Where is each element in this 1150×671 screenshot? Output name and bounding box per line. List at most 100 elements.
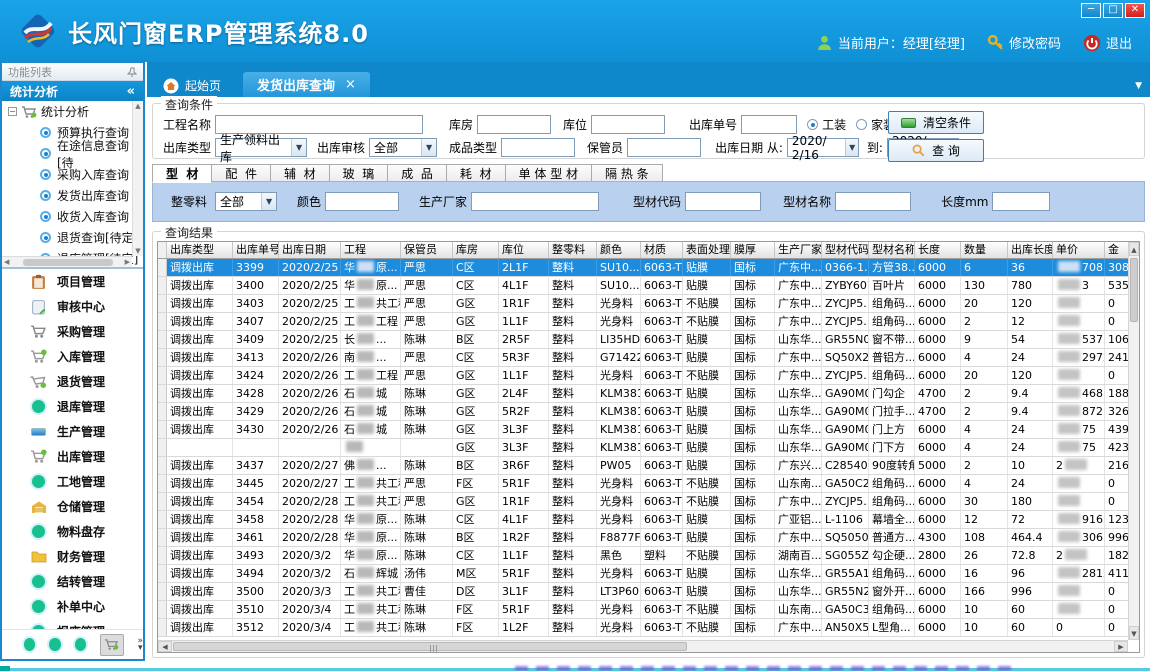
column-header-wh[interactable]: 库房 — [453, 242, 499, 258]
column-header-qty[interactable]: 数量 — [961, 242, 1008, 258]
sidebar-item-财务管理[interactable]: 财务管理 — [2, 544, 143, 569]
scroll-left-icon[interactable]: ◀ — [158, 641, 172, 652]
logout-group[interactable]: 退出 — [1083, 33, 1132, 52]
table-row[interactable]: 调拨出库34242020/2/26工工程严思G区1L1F整料光身料6063-T5… — [158, 367, 1139, 385]
radio-jiazhuang[interactable] — [856, 119, 867, 130]
table-row[interactable]: 调拨出库35002020/3/3工共工程曹佳D区3L1F整料LT3P606063… — [158, 583, 1139, 601]
column-header-no[interactable]: 出库单号 — [233, 242, 279, 258]
green-dot-icon[interactable] — [75, 638, 86, 651]
table-row[interactable]: 调拨出库34582020/2/28华原...陈琳C区4L1F整料光身料6063-… — [158, 511, 1139, 529]
column-header-keeper[interactable]: 保管员 — [401, 242, 453, 258]
tab-active[interactable]: 发货出库查询 × — [243, 72, 370, 97]
location-input[interactable] — [591, 115, 665, 134]
table-row[interactable]: 调拨出库34292020/2/26石城陈琳G区5R2F整料KLM38176063… — [158, 403, 1139, 421]
hscroll-thumb[interactable] — [173, 642, 687, 651]
whole-part-select[interactable]: 全部▼ — [215, 192, 277, 211]
column-header-mfr[interactable]: 生产厂家 — [775, 242, 822, 258]
sidebar-item-出库管理[interactable]: 出库管理 — [2, 444, 143, 469]
clear-conditions-button[interactable]: 清空条件 — [888, 111, 984, 134]
column-header-len[interactable]: 长度 — [915, 242, 961, 258]
table-row[interactable]: 调拨出库34452020/2/27工共工程严思F区5R1F整料光身料6063-T… — [158, 475, 1139, 493]
green-dot-icon[interactable] — [49, 638, 60, 651]
table-row[interactable]: 调拨出库34302020/2/26石城陈琳G区3L3F整料KLM38176063… — [158, 421, 1139, 439]
table-row[interactable]: 调拨出库34542020/2/28工共工程严思G区1R1F整料光身料6063-T… — [158, 493, 1139, 511]
column-header-mat[interactable]: 材质 — [641, 242, 683, 258]
tree-item[interactable]: 退货查询[待定] — [2, 227, 143, 248]
sidebar-item-仓储管理[interactable]: 仓储管理 — [2, 494, 143, 519]
sidebar-item-补单中心[interactable]: 补单中心 — [2, 594, 143, 619]
column-header-code[interactable]: 型材代码 — [822, 242, 869, 258]
product-type-input[interactable] — [501, 138, 575, 157]
table-row[interactable]: 调拨出库34032020/2/25工共工程严思G区1R1F整料光身料6063-T… — [158, 295, 1139, 313]
sidebar-item-报废管理[interactable]: 报废管理 — [2, 619, 143, 629]
table-row[interactable]: 调拨出库34612020/2/28华原...陈琳B区1R2F整料F8877FT6… — [158, 529, 1139, 547]
tree-horizontal-scrollbar[interactable]: ◀▶ — [2, 256, 132, 267]
tree-expander-icon[interactable]: − — [8, 107, 17, 116]
sidebar-item-采购管理[interactable]: 采购管理 — [2, 319, 143, 344]
maximize-button[interactable]: □ — [1103, 3, 1123, 18]
tree-item[interactable]: 发货出库查询 — [2, 185, 143, 206]
column-header-name[interactable]: 型材名称 — [869, 242, 915, 258]
warehouse-input[interactable] — [477, 115, 551, 134]
tree-vertical-scrollbar[interactable]: ▲▼ — [132, 101, 143, 256]
table-row[interactable]: 调拨出库33992020/2/25华原...严思C区2L1F整料SU10...6… — [158, 259, 1139, 277]
close-button[interactable]: ✕ — [1125, 3, 1145, 18]
scroll-left-icon[interactable]: ◀ — [4, 258, 9, 266]
collapse-icon[interactable]: « — [127, 84, 135, 99]
table-row[interactable]: 调拨出库34282020/2/26石城陈琳G区2L4F整料KLM38176063… — [158, 385, 1139, 403]
outbound-type-select[interactable]: 生产领料出库▼ — [215, 138, 307, 157]
column-header-surf[interactable]: 表面处理 — [683, 242, 731, 258]
order-no-input[interactable] — [741, 115, 797, 134]
change-password-group[interactable]: 修改密码 — [987, 33, 1061, 52]
vscroll-thumb[interactable] — [1130, 258, 1138, 322]
table-row[interactable]: 调拨出库34072020/2/25工工程严思G区1L1F整料光身料6063-T5… — [158, 313, 1139, 331]
date-from-picker[interactable]: 2020/ 2/16▼ — [787, 138, 859, 157]
overflow-chevron-icon[interactable]: »▾ — [138, 638, 144, 652]
table-row[interactable]: 调拨出库34942020/3/2石辉城汤伟M区5R1F整料光身料6063-T5贴… — [158, 565, 1139, 583]
scroll-down-icon[interactable]: ▼ — [1129, 626, 1139, 640]
pin-icon[interactable] — [127, 67, 137, 77]
sidebar-item-退库管理[interactable]: 退库管理 — [2, 394, 143, 419]
scroll-up-icon[interactable]: ▲ — [1129, 242, 1139, 256]
search-button[interactable]: 查 询 — [888, 139, 984, 162]
table-row[interactable]: 调拨出库34132020/2/26南...严思C区5R3F整料G71422606… — [158, 349, 1139, 367]
column-header-type[interactable]: 出库类型 — [167, 242, 233, 258]
scroll-right-icon[interactable]: ▶ — [125, 258, 130, 266]
radio-gongzhuang[interactable] — [807, 119, 818, 130]
stat-group-header[interactable]: 统计分析 « — [2, 81, 143, 101]
tab-close-icon[interactable]: × — [345, 77, 356, 92]
tree-hscroll-thumb[interactable] — [23, 259, 113, 266]
sidebar-item-退货管理[interactable]: 退货管理 — [2, 369, 143, 394]
column-header-date[interactable]: 出库日期 — [279, 242, 341, 258]
sidebar-item-项目管理[interactable]: 项目管理 — [2, 269, 143, 294]
tree-item[interactable]: 收货入库查询 — [2, 206, 143, 227]
column-header-whole[interactable]: 整零料 — [549, 242, 597, 258]
scroll-up-icon[interactable]: ▲ — [135, 102, 140, 110]
keeper-input[interactable] — [627, 138, 701, 157]
minimize-button[interactable]: ─ — [1081, 3, 1101, 18]
length-input[interactable] — [992, 192, 1050, 211]
sidebar-item-入库管理[interactable]: 入库管理 — [2, 344, 143, 369]
outbound-audit-select[interactable]: 全部▼ — [369, 138, 437, 157]
profile-code-input[interactable] — [685, 192, 761, 211]
table-row[interactable]: 调拨出库35102020/3/4工共工程陈琳F区5R1F整料光身料6063-T5… — [158, 601, 1139, 619]
scroll-down-icon[interactable]: ▼ — [135, 247, 140, 255]
sidebar-item-工地管理[interactable]: 工地管理 — [2, 469, 143, 494]
table-row[interactable]: G区3L3F整料KLM38176063-T5贴膜国标山东华...GA90M09.… — [158, 439, 1139, 457]
column-header-proj[interactable]: 工程 — [341, 242, 401, 258]
tree-item[interactable]: 采购入库查询 — [2, 164, 143, 185]
sidebar-item-生产管理[interactable]: 生产管理 — [2, 419, 143, 444]
scroll-right-icon[interactable]: ▶ — [1114, 641, 1128, 652]
grid-horizontal-scrollbar[interactable]: ◀ ▶ — [158, 640, 1128, 652]
table-row[interactable]: 调拨出库34092020/2/25长...陈琳B区2R5F整料LI35HD606… — [158, 331, 1139, 349]
tree-root[interactable]: − 统计分析 — [2, 101, 143, 122]
column-header-film[interactable]: 膜厚 — [731, 242, 775, 258]
sidebar-item-审核中心[interactable]: 审核中心 — [2, 294, 143, 319]
green-dot-icon[interactable] — [24, 638, 35, 651]
tree-item[interactable]: 在途信息查询[待 — [2, 143, 143, 164]
table-row[interactable]: 调拨出库35122020/3/4工共工程陈琳F区1L2F整料光身料6063-T5… — [158, 619, 1139, 637]
table-row[interactable]: 调拨出库34372020/2/27佛...陈琳B区3R6F整料PW056063-… — [158, 457, 1139, 475]
manufacturer-input[interactable] — [471, 192, 599, 211]
column-header-outlen[interactable]: 出库长度 — [1008, 242, 1053, 258]
material-tab-1[interactable]: 型 材 — [152, 164, 212, 183]
